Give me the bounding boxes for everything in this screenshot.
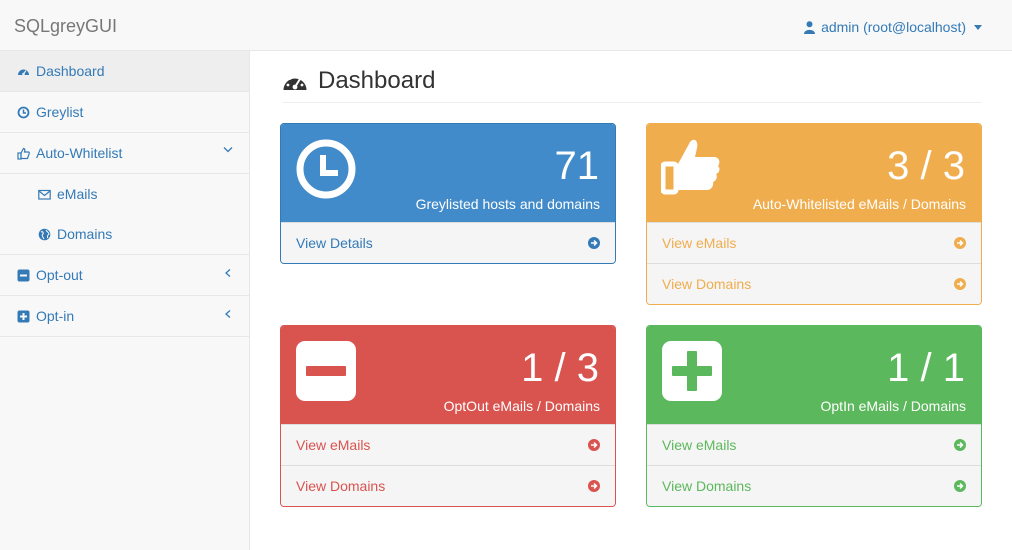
- auto-whitelist-submenu: eMails Domains: [0, 174, 249, 255]
- panel-heading: 3 / 3 Auto-Whitelisted eMails / Domains: [647, 124, 981, 222]
- sidebar-item-label: Dashboard: [36, 63, 105, 79]
- sidebar-item-label: Opt-out: [36, 267, 83, 283]
- sidebar-item-label: eMails: [57, 186, 98, 202]
- envelope-icon: [38, 188, 51, 201]
- minus-square-icon: [296, 341, 356, 401]
- sidebar: Dashboard Greylist Auto-Whitelist eMails…: [0, 51, 250, 550]
- page-title: Dashboard: [318, 67, 436, 94]
- sidebar-item-dashboard[interactable]: Dashboard: [0, 51, 249, 92]
- arrow-circle-right-icon: [588, 439, 600, 451]
- whitelist-caption: Auto-Whitelisted eMails / Domains: [752, 196, 966, 212]
- sidebar-item-greylist[interactable]: Greylist: [0, 92, 249, 133]
- optout-caption: OptOut eMails / Domains: [443, 398, 600, 414]
- optout-panel: 1 / 3 OptOut eMails / Domains View eMail…: [280, 325, 616, 507]
- caret-down-icon: [974, 24, 982, 30]
- view-emails-link[interactable]: View eMails: [647, 222, 981, 263]
- clock-icon: [17, 106, 30, 119]
- sidebar-item-label: Auto-Whitelist: [36, 145, 123, 161]
- link-label: View Domains: [296, 478, 386, 494]
- arrow-circle-right-icon: [954, 439, 966, 451]
- view-domains-link[interactable]: View Domains: [647, 465, 981, 506]
- sidebar-item-opt-out[interactable]: Opt-out: [0, 255, 249, 296]
- dashboard-icon: [283, 74, 307, 90]
- chevron-down-icon: [223, 147, 233, 153]
- arrow-circle-right-icon: [954, 278, 966, 290]
- sidebar-item-label: Domains: [57, 226, 113, 242]
- chevron-left-icon: [225, 310, 231, 318]
- panel-heading: 1 / 1 OptIn eMails / Domains: [647, 326, 981, 424]
- link-label: View eMails: [662, 235, 737, 251]
- user-menu[interactable]: admin (root@localhost): [804, 19, 982, 35]
- arrow-circle-right-icon: [954, 480, 966, 492]
- greylist-panel: 71 Greylisted hosts and domains View Det…: [280, 123, 616, 264]
- plus-square-icon: [662, 341, 722, 401]
- thumbs-up-icon: [661, 139, 720, 195]
- chevron-left-icon: [225, 269, 231, 277]
- greylist-caption: Greylisted hosts and domains: [415, 196, 600, 212]
- arrow-circle-right-icon: [954, 237, 966, 249]
- arrow-circle-right-icon: [588, 237, 600, 249]
- user-icon: [804, 20, 816, 34]
- page-header: Dashboard: [282, 64, 982, 103]
- greylist-count: 71: [554, 144, 600, 188]
- minus-square-icon: [17, 269, 30, 282]
- brand-title[interactable]: SQLgreyGUI: [14, 16, 117, 37]
- user-label: admin (root@localhost): [821, 19, 966, 35]
- optin-panel: 1 / 1 OptIn eMails / Domains View eMails…: [646, 325, 982, 507]
- whitelist-panel: 3 / 3 Auto-Whitelisted eMails / Domains …: [646, 123, 982, 305]
- sidebar-item-domains[interactable]: Domains: [0, 214, 249, 254]
- panel-heading: 1 / 3 OptOut eMails / Domains: [281, 326, 615, 424]
- optin-count: 1 / 1: [887, 346, 965, 390]
- sidebar-item-emails[interactable]: eMails: [0, 174, 249, 214]
- link-label: View Details: [296, 235, 373, 251]
- link-label: View eMails: [662, 437, 737, 453]
- plus-square-icon: [17, 310, 30, 323]
- link-label: View Domains: [662, 478, 752, 494]
- sidebar-item-label: Greylist: [36, 104, 84, 120]
- optout-count: 1 / 3: [521, 346, 599, 390]
- view-details-link[interactable]: View Details: [281, 222, 615, 263]
- arrow-circle-right-icon: [588, 480, 600, 492]
- view-domains-link[interactable]: View Domains: [281, 465, 615, 506]
- view-domains-link[interactable]: View Domains: [647, 263, 981, 304]
- link-label: View Domains: [662, 276, 752, 292]
- panel-heading: 71 Greylisted hosts and domains: [281, 124, 615, 222]
- optin-caption: OptIn eMails / Domains: [820, 398, 967, 414]
- sidebar-item-opt-in[interactable]: Opt-in: [0, 296, 249, 337]
- navbar: SQLgreyGUI admin (root@localhost): [0, 0, 1012, 51]
- clock-icon: [296, 139, 356, 199]
- view-emails-link[interactable]: View eMails: [281, 424, 615, 465]
- thumbs-up-icon: [17, 147, 30, 160]
- sidebar-item-auto-whitelist[interactable]: Auto-Whitelist: [0, 133, 249, 174]
- view-emails-link[interactable]: View eMails: [647, 424, 981, 465]
- sidebar-item-label: Opt-in: [36, 308, 75, 324]
- dashboard-icon: [17, 65, 30, 78]
- link-label: View eMails: [296, 437, 371, 453]
- whitelist-count: 3 / 3: [887, 144, 965, 188]
- globe-icon: [38, 228, 51, 241]
